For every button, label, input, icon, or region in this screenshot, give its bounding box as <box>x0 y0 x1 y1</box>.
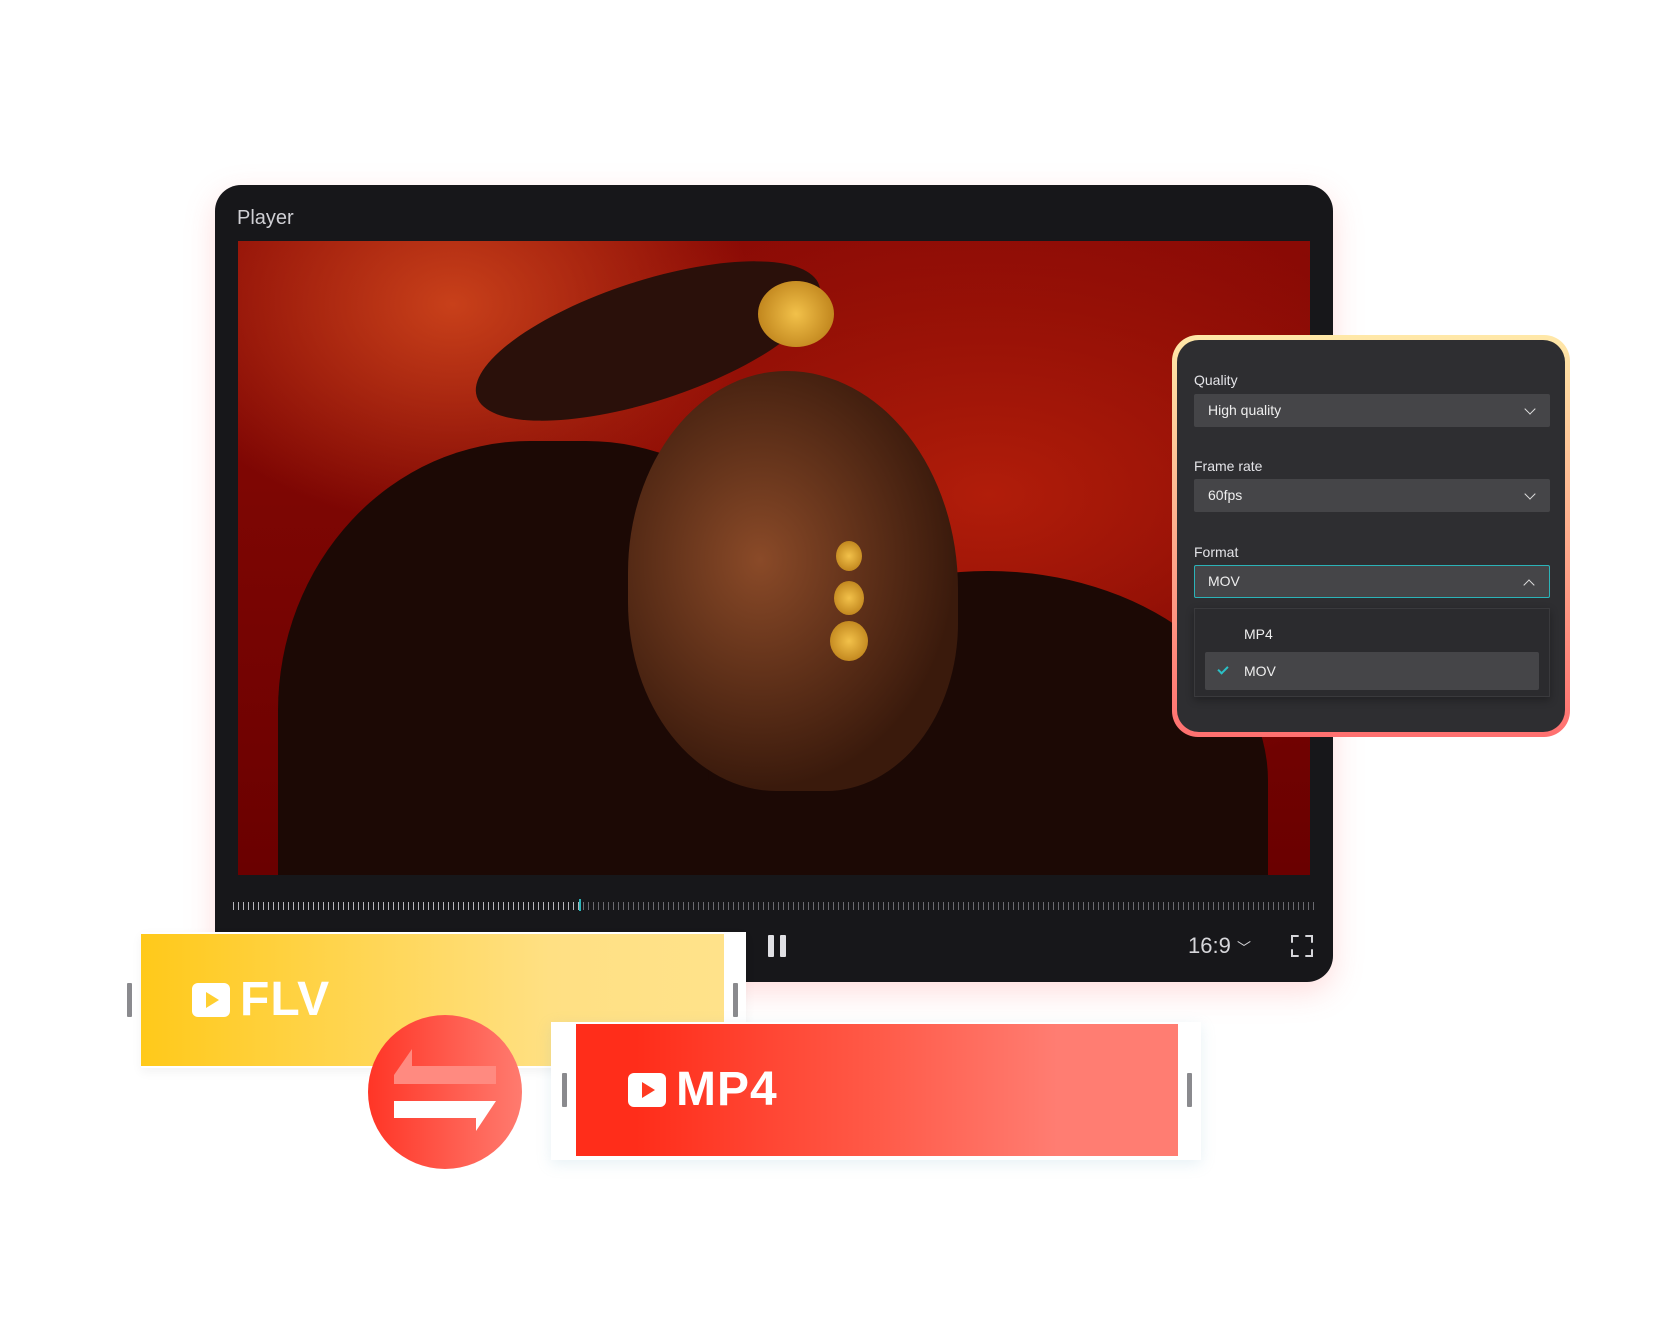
chevron-up-icon <box>1523 579 1535 591</box>
quality-dropdown[interactable]: High quality <box>1194 394 1550 427</box>
swap-arrows-icon <box>394 1049 496 1131</box>
player-title: Player <box>237 207 294 229</box>
flv-text: FLV <box>240 973 331 1026</box>
ring <box>758 281 834 347</box>
mp4-label: MP4 <box>628 1062 778 1117</box>
chevron-down-icon <box>1524 488 1536 500</box>
player-window: Player 16:9 ﹀ <box>215 185 1333 982</box>
timeline-scrubber[interactable] <box>233 899 1315 911</box>
video-preview[interactable] <box>238 241 1310 875</box>
playhead[interactable] <box>579 899 582 911</box>
fullscreen-icon[interactable] <box>1291 935 1313 957</box>
quality-label: Quality <box>1194 372 1238 388</box>
format-label: Format <box>1194 544 1239 560</box>
export-settings-panel: Quality High quality Frame rate 60fps Fo… <box>1172 335 1570 737</box>
framerate-dropdown[interactable]: 60fps <box>1194 479 1550 512</box>
video-play-icon <box>192 982 230 1017</box>
aspect-ratio-select[interactable]: 16:9 ﹀ <box>1188 933 1251 959</box>
format-option-mov[interactable]: MOV <box>1205 652 1539 690</box>
framerate-value: 60fps <box>1208 487 1243 503</box>
format-option-mp4[interactable]: MP4 <box>1205 615 1539 653</box>
earring <box>836 541 862 571</box>
framerate-label: Frame rate <box>1194 458 1263 474</box>
option-label: MP4 <box>1244 626 1273 642</box>
mp4-text: MP4 <box>676 1063 778 1116</box>
format-value: MOV <box>1208 573 1240 589</box>
mp4-trim-handle-left[interactable] <box>562 1073 567 1107</box>
flv-trim-handle-left[interactable] <box>127 983 132 1017</box>
check-icon <box>1217 663 1229 675</box>
video-play-icon <box>628 1072 666 1107</box>
timeline-played <box>233 902 580 910</box>
flv-label: FLV <box>192 972 330 1027</box>
pause-icon <box>768 935 774 957</box>
earring <box>834 581 864 615</box>
format-menu: MP4 MOV <box>1194 608 1550 697</box>
chevron-down-icon: ﹀ <box>1236 940 1251 956</box>
pause-icon <box>780 935 786 957</box>
convert-swap-button[interactable] <box>368 1015 522 1169</box>
format-dropdown[interactable]: MOV <box>1194 565 1550 598</box>
figure-head <box>628 371 958 791</box>
pause-button[interactable] <box>768 935 788 957</box>
earring <box>830 621 868 661</box>
chevron-down-icon <box>1524 403 1536 415</box>
aspect-ratio-value: 16:9 <box>1188 933 1231 958</box>
flv-trim-handle-right[interactable] <box>733 983 738 1017</box>
mp4-trim-handle-right[interactable] <box>1187 1073 1192 1107</box>
quality-value: High quality <box>1208 402 1282 418</box>
option-label: MOV <box>1244 663 1276 679</box>
